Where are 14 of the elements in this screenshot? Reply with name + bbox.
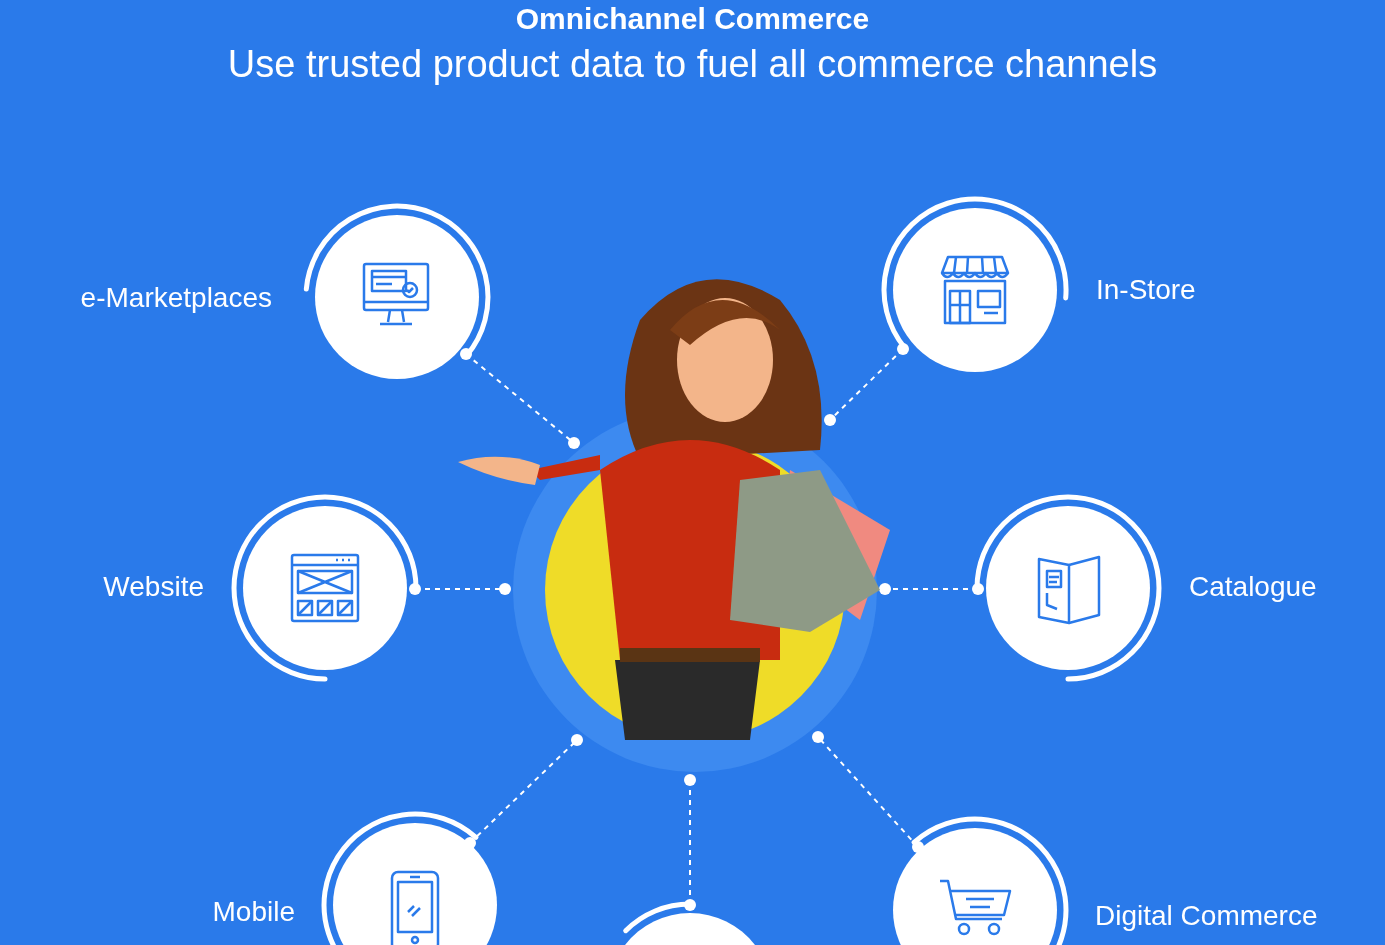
open-catalogue-icon: [1037, 555, 1101, 625]
channel-label: Digital Commerce: [1095, 899, 1318, 933]
monitor-icon: [362, 262, 430, 326]
shopping-cart-icon: [940, 879, 1012, 936]
channel-label: Catalogue: [1189, 570, 1317, 604]
page-title: Omnichannel Commerce: [515, 1, 870, 36]
smartphone-icon: [390, 870, 440, 945]
page-subtitle: Use trusted product data to fuel all commerce channels: [227, 42, 1158, 86]
channel-label: e-Marketplaces: [80, 281, 272, 315]
channel-label: In-Store: [1096, 273, 1196, 307]
storefront-icon: [940, 255, 1010, 325]
webpage-icon: [290, 553, 360, 623]
channel-label: Website: [103, 570, 204, 604]
channel-label: Mobile: [212, 895, 295, 929]
